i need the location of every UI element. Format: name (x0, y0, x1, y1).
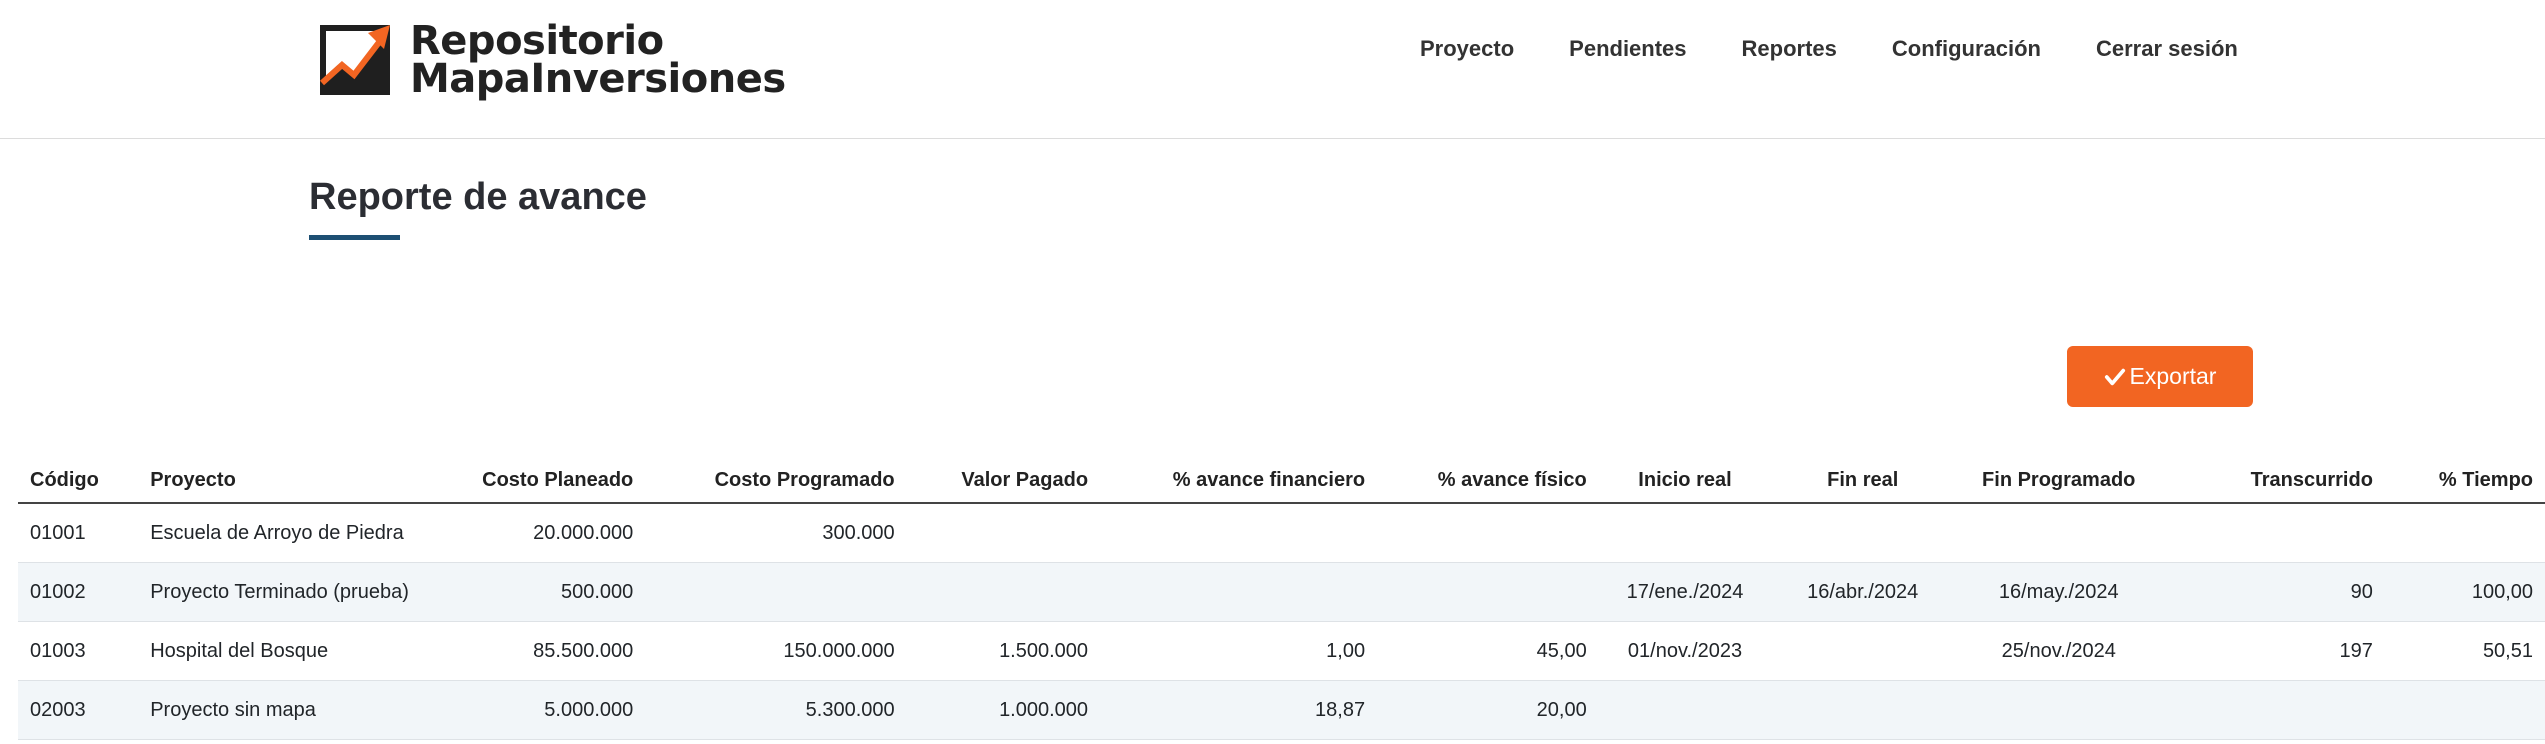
table-row[interactable]: 01001 Escuela de Arroyo de Piedra 20.000… (18, 503, 2545, 563)
cell-codigo: 02003 (18, 680, 139, 740)
cell-transcurrido: 197 (2163, 621, 2385, 681)
page-title: Reporte de avance (309, 176, 647, 218)
cell-costo-programado (645, 562, 907, 622)
cell-valor-pagado (906, 503, 1101, 563)
col-porcentaje-tiempo[interactable]: % Tiempo (2384, 458, 2545, 504)
cell-inicio-real (1598, 503, 1772, 563)
export-button[interactable]: Exportar (2067, 346, 2253, 407)
cell-valor-pagado: 1.500.000 (906, 621, 1101, 681)
cell-avance-financiero (1100, 562, 1378, 622)
cell-fin-programado: 16/may./2024 (1954, 562, 2164, 622)
cell-porcentaje-tiempo: 50,51 (2384, 621, 2545, 681)
cell-fin-real (1771, 503, 1955, 563)
cell-proyecto: Escuela de Arroyo de Piedra (138, 503, 442, 563)
cell-transcurrido (2163, 503, 2385, 563)
cell-avance-fisico: 45,00 (1377, 621, 1599, 681)
cell-costo-planeado: 5.000.000 (441, 680, 646, 740)
col-avance-fisico[interactable]: % avance físico (1377, 458, 1599, 504)
cell-fin-real (1771, 621, 1955, 681)
export-label: Exportar (2129, 363, 2217, 389)
cell-inicio-real: 01/nov./2023 (1598, 621, 1772, 681)
cell-fin-real (1771, 680, 1955, 740)
main-nav: Proyecto Pendientes Reportes Configuraci… (1420, 36, 2238, 62)
logo-line-1: Repositorio (410, 18, 664, 64)
nav-pendientes[interactable]: Pendientes (1569, 36, 1686, 62)
logo-text: Repositorio MapaInversiones (410, 18, 786, 102)
cell-codigo: 01003 (18, 621, 139, 681)
cell-fin-real: 16/abr./2024 (1771, 562, 1955, 622)
cell-avance-fisico: 20,00 (1377, 680, 1599, 740)
cell-avance-fisico (1377, 503, 1599, 563)
cell-avance-financiero (1100, 503, 1378, 563)
cell-inicio-real (1598, 680, 1772, 740)
cell-costo-programado: 5.300.000 (645, 680, 907, 740)
cell-fin-programado: 25/nov./2024 (1954, 621, 2164, 681)
report-table: Código Proyecto Costo Planeado Costo Pro… (18, 458, 2545, 740)
top-navbar: Repositorio MapaInversiones Proyecto Pen… (0, 0, 2545, 139)
cell-codigo: 01001 (18, 503, 139, 563)
col-valor-pagado[interactable]: Valor Pagado (906, 458, 1101, 504)
cell-fin-programado (1954, 680, 2164, 740)
nav-proyecto[interactable]: Proyecto (1420, 36, 1514, 62)
col-costo-programado[interactable]: Costo Programado (645, 458, 907, 504)
nav-reportes[interactable]: Reportes (1742, 36, 1837, 62)
table-row[interactable]: 02003 Proyecto sin mapa 5.000.000 5.300.… (18, 680, 2545, 740)
cell-costo-programado: 300.000 (645, 503, 907, 563)
cell-valor-pagado (906, 562, 1101, 622)
cell-inicio-real: 17/ene./2024 (1598, 562, 1772, 622)
cell-avance-financiero: 1,00 (1100, 621, 1378, 681)
cell-valor-pagado: 1.000.000 (906, 680, 1101, 740)
title-underline (309, 235, 400, 240)
cell-porcentaje-tiempo: 100,00 (2384, 562, 2545, 622)
cell-proyecto: Proyecto sin mapa (138, 680, 442, 740)
logo-line-2: MapaInversiones (410, 56, 786, 102)
logo[interactable]: Repositorio MapaInversiones (318, 20, 786, 100)
col-avance-financiero[interactable]: % avance financiero (1100, 458, 1378, 504)
cell-porcentaje-tiempo (2384, 503, 2545, 563)
cell-porcentaje-tiempo (2384, 680, 2545, 740)
cell-costo-planeado: 500.000 (441, 562, 646, 622)
chart-arrow-logo-icon (319, 25, 390, 95)
check-icon (2104, 368, 2125, 385)
cell-codigo: 01002 (18, 562, 139, 622)
cell-avance-fisico (1377, 562, 1599, 622)
col-inicio-real[interactable]: Inicio real (1598, 458, 1772, 504)
nav-cerrar-sesion[interactable]: Cerrar sesión (2096, 36, 2238, 62)
col-fin-programado[interactable]: Fin Programado (1954, 458, 2164, 504)
table-row[interactable]: 01002 Proyecto Terminado (prueba) 500.00… (18, 562, 2545, 622)
cell-transcurrido (2163, 680, 2385, 740)
nav-configuracion[interactable]: Configuración (1892, 36, 2041, 62)
col-transcurrido[interactable]: Transcurrido (2163, 458, 2385, 504)
col-fin-real[interactable]: Fin real (1771, 458, 1955, 504)
cell-fin-programado (1954, 503, 2164, 563)
col-proyecto[interactable]: Proyecto (138, 458, 442, 504)
table-row[interactable]: 01003 Hospital del Bosque 85.500.000 150… (18, 621, 2545, 681)
table-header-row: Código Proyecto Costo Planeado Costo Pro… (18, 458, 2545, 504)
cell-avance-financiero: 18,87 (1100, 680, 1378, 740)
cell-proyecto: Hospital del Bosque (138, 621, 442, 681)
cell-costo-planeado: 20.000.000 (441, 503, 646, 563)
cell-costo-planeado: 85.500.000 (441, 621, 646, 681)
cell-proyecto: Proyecto Terminado (prueba) (138, 562, 442, 622)
col-costo-planeado[interactable]: Costo Planeado (441, 458, 646, 504)
cell-costo-programado: 150.000.000 (645, 621, 907, 681)
col-codigo[interactable]: Código (18, 458, 139, 504)
cell-transcurrido: 90 (2163, 562, 2385, 622)
